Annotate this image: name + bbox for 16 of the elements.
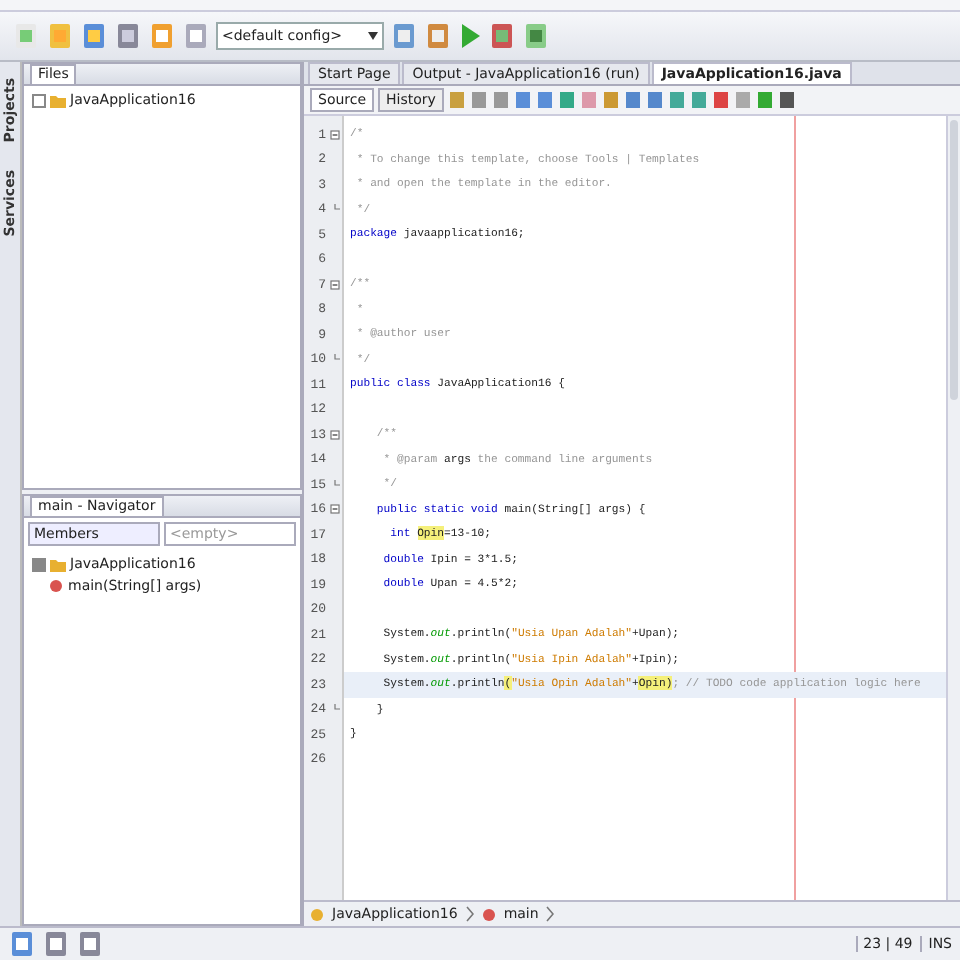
fold-icon[interactable] (330, 429, 340, 440)
fold-icon[interactable] (330, 504, 340, 515)
expander-icon[interactable] (32, 93, 46, 107)
chevron-icon (465, 906, 474, 922)
method-icon (481, 907, 496, 921)
folder-icon (50, 92, 66, 108)
folder-icon (50, 556, 66, 572)
fold-icon[interactable] (330, 279, 340, 290)
expander-icon[interactable] (32, 557, 46, 571)
class-icon (310, 907, 324, 921)
fold-icon[interactable] (330, 129, 340, 140)
method-icon (48, 578, 64, 594)
scrollbar[interactable] (946, 116, 960, 900)
chevron-icon (546, 906, 555, 922)
run-icon[interactable] (458, 22, 482, 50)
caret-icon (368, 32, 378, 40)
